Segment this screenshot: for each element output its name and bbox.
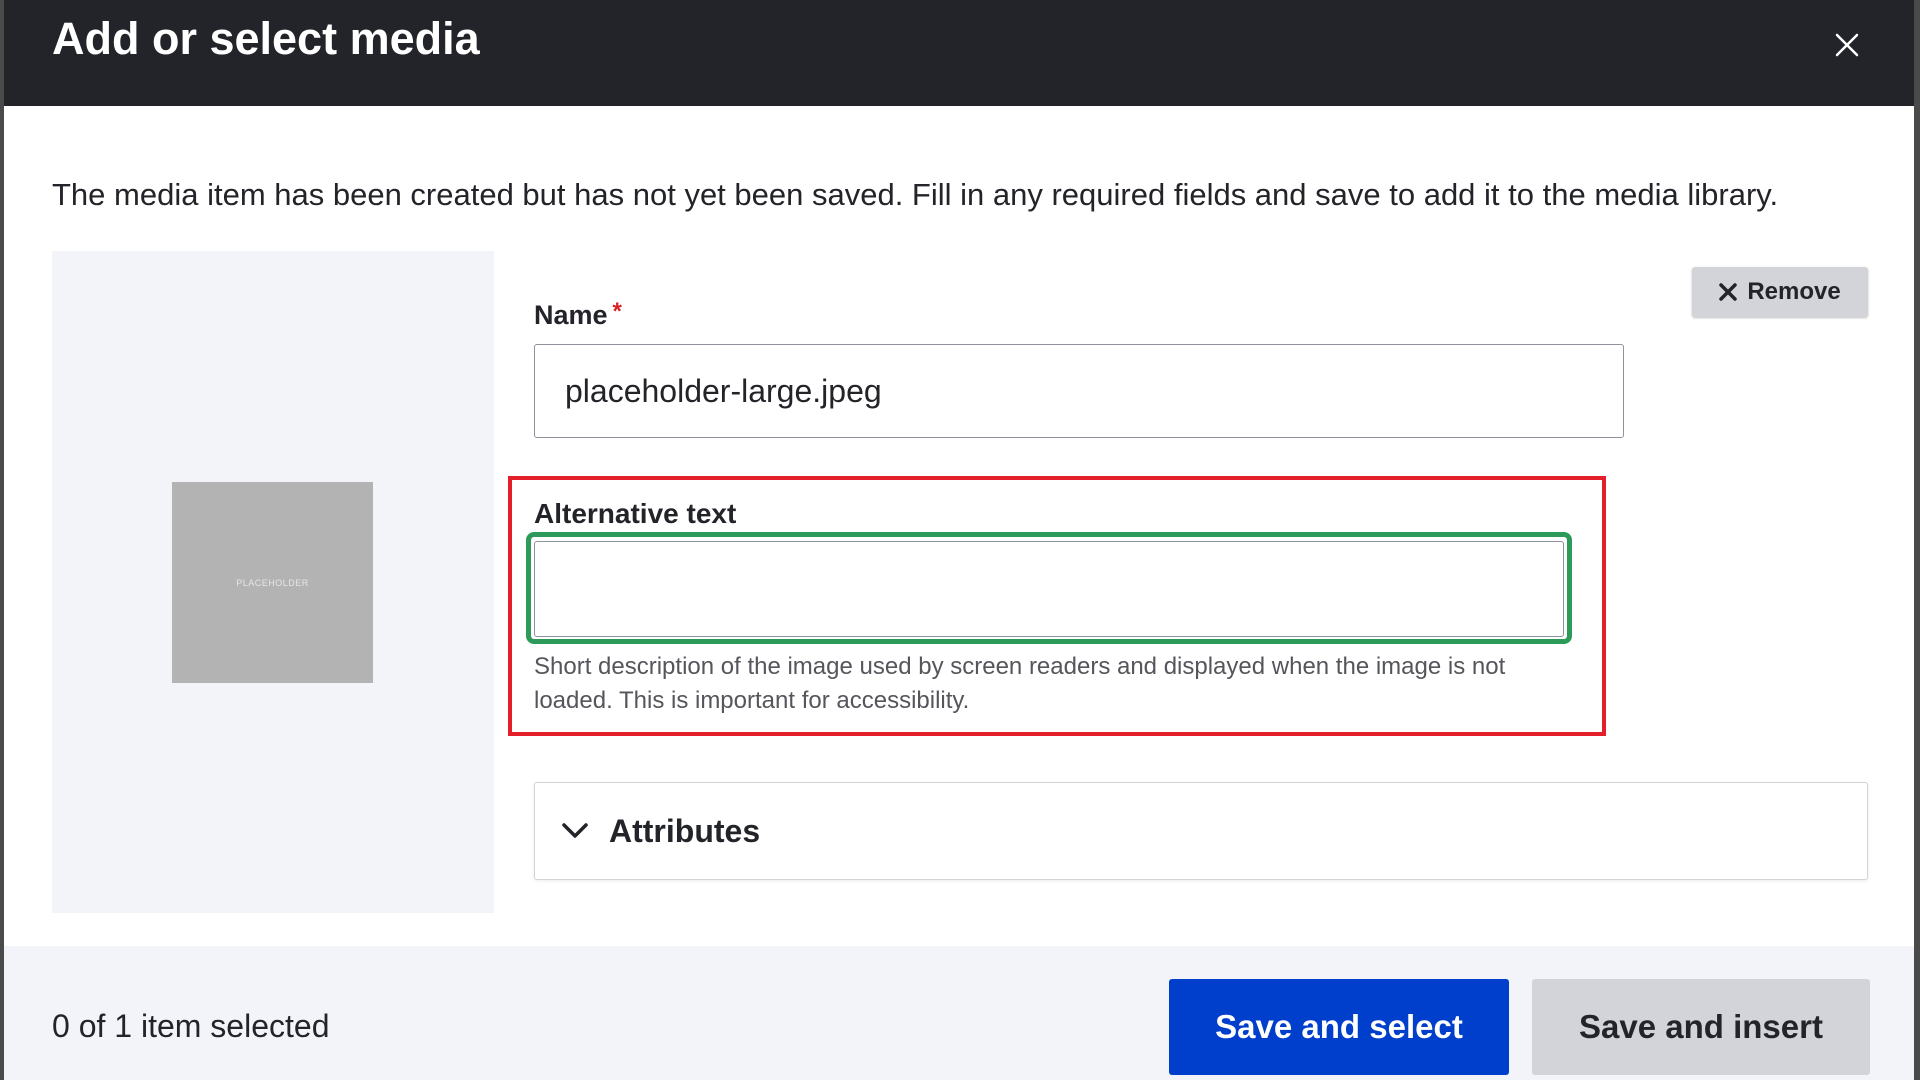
save-and-select-button[interactable]: Save and select: [1169, 979, 1509, 1075]
selected-count: 0 of 1 item selected: [52, 1008, 330, 1044]
dialog-title: Add or select media: [52, 13, 480, 64]
thumbnail-text: PLACEHOLDER: [236, 577, 309, 588]
attributes-toggle[interactable]: Attributes: [534, 782, 1868, 880]
name-input[interactable]: [534, 344, 1624, 438]
alt-text-input[interactable]: [534, 541, 1564, 637]
name-field-label: Name *: [534, 300, 622, 331]
alt-text-description: Short description of the image used by s…: [534, 653, 1506, 714]
close-button[interactable]: [1820, 18, 1874, 72]
window-frame-left: [0, 0, 4, 1080]
close-icon: [1835, 33, 1859, 57]
remove-label: Remove: [1747, 278, 1841, 305]
media-thumbnail: PLACEHOLDER: [172, 482, 373, 683]
status-message: The media item has been created but has …: [52, 177, 1779, 212]
name-label-text: Name: [534, 300, 608, 330]
media-preview-panel: PLACEHOLDER: [52, 251, 494, 913]
window-frame-right: [1914, 0, 1920, 1080]
dialog-titlebar: Add or select media: [4, 0, 1914, 106]
alt-text-label: Alternative text: [534, 498, 737, 529]
x-icon: [1719, 283, 1738, 301]
chevron-down-icon: [562, 823, 588, 838]
remove-button[interactable]: Remove: [1692, 267, 1868, 317]
save-and-insert-button[interactable]: Save and insert: [1532, 979, 1870, 1075]
attributes-label: Attributes: [609, 812, 761, 849]
required-marker: *: [612, 298, 622, 325]
dialog-footer: 0 of 1 item selected Save and select Sav…: [4, 946, 1914, 1080]
